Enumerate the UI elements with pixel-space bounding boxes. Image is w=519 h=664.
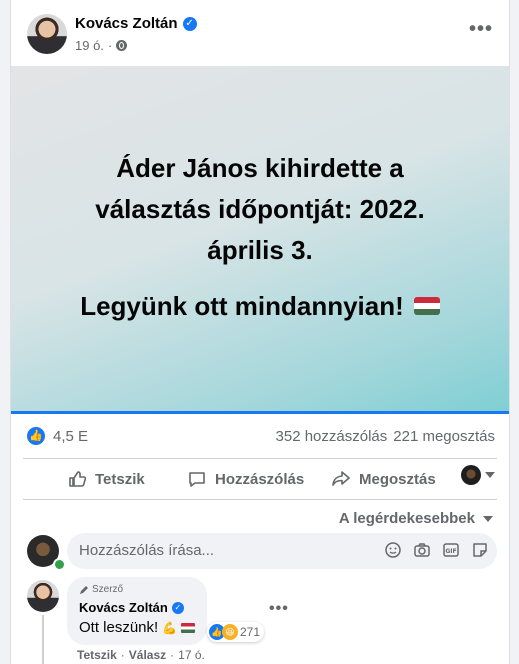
comment-reactions[interactable]: 👍 😆 271 (207, 622, 265, 642)
action-bar: Tetszik Hozzászólás Megosztás (23, 458, 497, 500)
comment-count[interactable]: 352 hozzászólás (276, 428, 388, 445)
comment-text: Ott leszünk! (79, 619, 159, 636)
author-name-row: Kovács Zoltán ✓ (75, 15, 197, 32)
like-icon: 👍 (27, 427, 45, 445)
hungary-flag-icon (413, 297, 440, 315)
sort-label: A legérdekesebbek (338, 510, 475, 527)
post-meta: 19 ó. · (75, 38, 128, 53)
like-label: Tetszik (95, 470, 145, 488)
author-name[interactable]: Kovács Zoltán (75, 15, 178, 32)
share-count[interactable]: 221 megosztás (393, 428, 495, 445)
comment-reply-button[interactable]: Válasz (129, 648, 166, 662)
post-banner[interactable]: Áder János kihirdette a választás időpon… (11, 66, 509, 411)
comment-input-tools: GIF (384, 541, 489, 559)
camera-icon[interactable] (413, 541, 431, 559)
hungary-flag-icon (181, 622, 196, 633)
flexed-biceps-icon: 💪 (162, 620, 178, 635)
like-count[interactable]: 4,5 E (53, 428, 88, 445)
pen-icon (80, 585, 88, 594)
author-avatar[interactable] (27, 14, 67, 54)
share-label: Megosztás (359, 470, 436, 488)
banner-title: Áder János kihirdette a választás időpon… (95, 152, 425, 265)
comment-author-name[interactable]: Kovács Zoltán (79, 600, 168, 615)
post-time[interactable]: 19 ó. (75, 38, 104, 53)
like-icon (69, 471, 87, 487)
post-more-button[interactable]: ••• (469, 18, 493, 41)
comment-placeholder: Hozzászólás írása... (79, 542, 215, 559)
comment-input[interactable]: Hozzászólás írása... GIF (67, 533, 497, 569)
reaction-count: 271 (240, 625, 261, 639)
comment-label: Hozzászólás (215, 470, 305, 488)
comment-text-row: Ott leszünk! 💪 (79, 619, 196, 636)
verified-icon: ✓ (182, 16, 197, 31)
thread-line (42, 615, 44, 664)
engagement-counts: 352 hozzászólás 221 megosztás (276, 428, 495, 445)
globe-icon (116, 40, 128, 51)
post-card: Kovács Zoltán ✓ 19 ó. · ••• Áder János k… (10, 0, 510, 664)
post-stats: 👍 4,5 E 352 hozzászólás 221 megosztás (11, 411, 509, 459)
gif-icon[interactable]: GIF (442, 541, 460, 559)
comment-like-button[interactable]: Tetszik (77, 648, 117, 662)
comment-author-row: Kovács Zoltán ✓ (79, 600, 184, 615)
comment-author-avatar[interactable] (27, 580, 59, 612)
comment-bubble: Szerző Kovács Zoltán ✓ Ott leszünk! 💪 (67, 577, 207, 645)
share-button[interactable]: Megosztás (331, 461, 436, 497)
banner-subtitle: Legyünk ott mindannyian! (80, 290, 404, 321)
comment-time[interactable]: 17 ó. (178, 648, 205, 662)
banner-subtitle-row: Legyünk ott mindannyian! (80, 291, 440, 322)
chevron-down-icon (485, 472, 495, 478)
author-badge-label: Szerző (92, 584, 124, 595)
comment-icon (189, 472, 205, 487)
chevron-down-icon (483, 515, 493, 522)
comment-more-button[interactable]: ••• (269, 600, 289, 618)
svg-text:GIF: GIF (445, 548, 456, 555)
sticker-icon[interactable] (471, 541, 489, 559)
online-status-icon (53, 558, 66, 571)
profile-avatar (461, 465, 481, 485)
comment-button[interactable]: Hozzászólás (187, 461, 304, 497)
emoji-icon[interactable] (384, 541, 402, 559)
comment-sort-dropdown[interactable]: A legérdekesebbek (339, 510, 493, 527)
share-icon (332, 471, 350, 486)
haha-reaction-icon: 😆 (222, 624, 238, 640)
author-badge: Szerző (79, 584, 123, 595)
verified-icon: ✓ (171, 601, 184, 614)
comment-actions: Tetszik · Válasz · 17 ó. (77, 648, 205, 662)
post-header: Kovács Zoltán ✓ 19 ó. · ••• (11, 0, 509, 66)
reaction-profile-selector[interactable] (461, 465, 495, 485)
like-button[interactable]: Tetszik (67, 461, 145, 497)
